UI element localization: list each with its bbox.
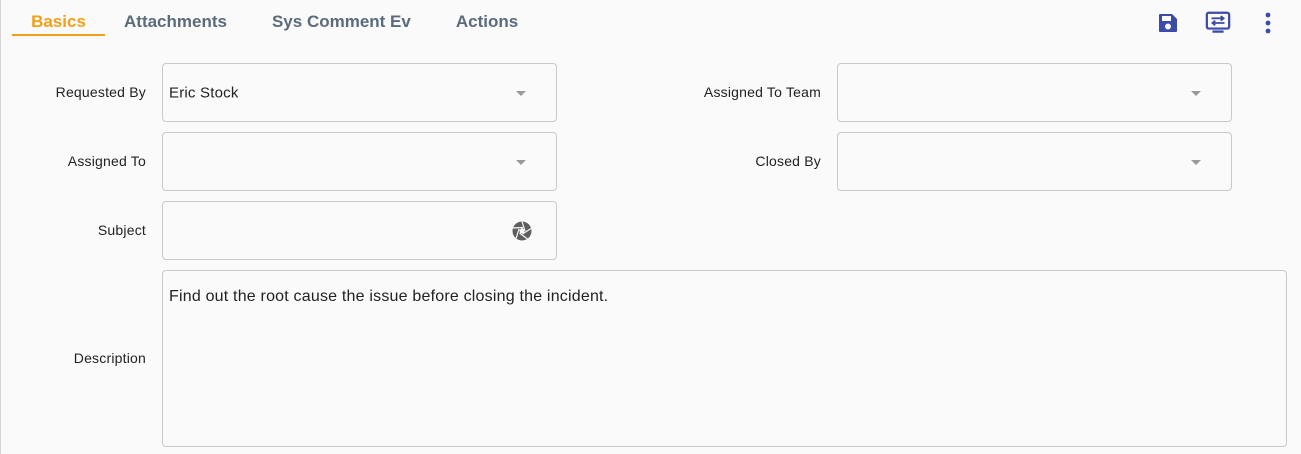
requested-by-select[interactable]: Eric Stock	[162, 63, 557, 122]
assigned-to-team-select[interactable]	[837, 63, 1232, 122]
subject-label: Subject	[97, 222, 146, 238]
tab-bar: Basics Attachments Sys Comment Ev Action…	[12, 0, 518, 40]
tab-actions[interactable]: Actions	[456, 0, 518, 36]
closed-by-label: Closed By	[755, 153, 821, 169]
assigned-to-select[interactable]	[162, 132, 557, 191]
subject-field[interactable]	[162, 201, 557, 260]
chevron-down-icon	[516, 159, 526, 165]
incident-form-page: Basics Attachments Sys Comment Ev Action…	[0, 0, 1301, 454]
requested-by-value: Eric Stock	[169, 84, 239, 101]
description-label: Description	[73, 350, 146, 366]
toolbar	[1155, 10, 1281, 36]
chevron-down-icon	[516, 90, 526, 96]
requested-by-label: Requested By	[55, 84, 146, 100]
closed-by-select[interactable]	[837, 132, 1232, 191]
tab-attachments[interactable]: Attachments	[124, 0, 227, 36]
assigned-to-label: Assigned To	[67, 153, 146, 169]
description-textarea[interactable]: Find out the root cause the issue before…	[162, 270, 1287, 447]
chevron-down-icon	[1191, 159, 1201, 165]
chevron-down-icon	[1191, 90, 1201, 96]
assigned-to-team-label: Assigned To Team	[703, 84, 821, 100]
transfer-icon	[1205, 11, 1231, 33]
description-value: Find out the root cause the issue before…	[169, 288, 609, 305]
save-button[interactable]	[1155, 10, 1181, 36]
aperture-icon[interactable]	[512, 220, 532, 241]
tab-basics[interactable]: Basics	[12, 0, 105, 36]
more-options-button[interactable]	[1255, 10, 1281, 36]
more-vertical-icon	[1265, 12, 1271, 34]
save-icon	[1159, 14, 1177, 32]
transfer-button[interactable]	[1205, 10, 1231, 36]
tab-sys-comment-ev[interactable]: Sys Comment Ev	[272, 0, 411, 36]
